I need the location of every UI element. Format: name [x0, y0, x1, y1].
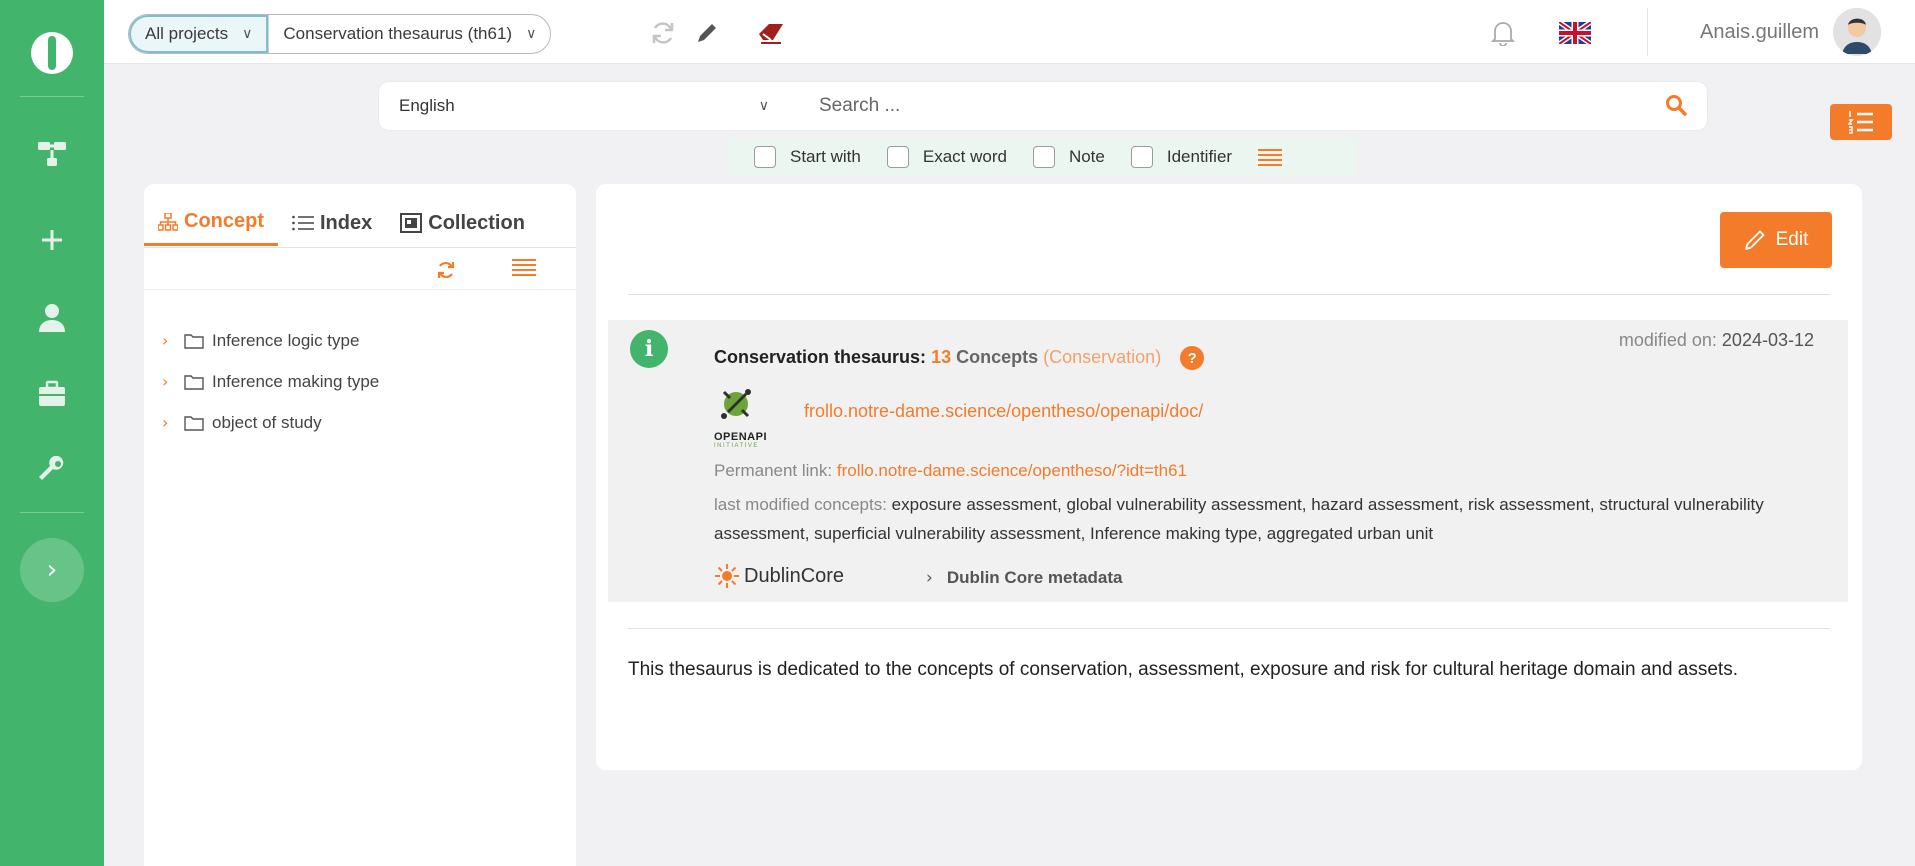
- note-label: Note: [1068, 147, 1105, 166]
- chevron-down-icon: ∨: [526, 26, 537, 42]
- briefcase-icon[interactable]: [32, 376, 72, 412]
- list-icon: [292, 215, 314, 231]
- chevron-right-icon[interactable]: ›: [162, 372, 176, 391]
- project-selector[interactable]: All projects ∨: [129, 15, 269, 53]
- dublin-core-metadata-toggle[interactable]: › Dublin Core metadata: [926, 568, 1123, 588]
- concept-tree: › Inference logic type › Inference makin…: [162, 320, 379, 443]
- thesaurus-description: This thesaurus is dedicated to the conce…: [628, 659, 1738, 680]
- folder-icon: [184, 415, 204, 431]
- chevron-down-icon: ∨: [758, 98, 769, 114]
- avatar[interactable]: [1833, 8, 1881, 56]
- tab-collection[interactable]: Collection: [386, 200, 539, 246]
- identifier-checkbox[interactable]: [1130, 146, 1153, 168]
- search-bar: English ∨: [379, 82, 1707, 130]
- tab-concept[interactable]: Concept: [144, 200, 278, 246]
- tree-item[interactable]: › object of study: [162, 402, 379, 443]
- user-icon[interactable]: [32, 300, 72, 336]
- search-input[interactable]: [819, 90, 1619, 122]
- tree-item[interactable]: › Inference logic type: [162, 320, 379, 361]
- search-icon[interactable]: [1665, 94, 1689, 118]
- tree-menu-icon[interactable]: [512, 258, 536, 278]
- user-menu[interactable]: Anais.guillem: [1700, 0, 1915, 64]
- add-icon[interactable]: [32, 222, 72, 258]
- chevron-right-icon: ›: [926, 568, 933, 588]
- folder-icon: [184, 374, 204, 390]
- refresh-icon[interactable]: [648, 18, 678, 48]
- tree-item-label: object of study: [212, 412, 322, 432]
- permanent-link-url[interactable]: frollo.notre-dame.science/opentheso/?idt…: [837, 461, 1187, 480]
- modified-date: modified on: 2024-03-12: [1618, 330, 1814, 350]
- search-filters: Start with Exact word Note Identifier: [728, 138, 1358, 176]
- sidebar-divider: [20, 96, 84, 97]
- folder-icon: [184, 333, 204, 349]
- tree-item[interactable]: › Inference making type: [162, 361, 379, 402]
- sitemap-icon: [158, 212, 178, 231]
- last-modified-concepts: last modified concepts: exposure assessm…: [714, 495, 1764, 543]
- info-icon: i: [630, 330, 668, 368]
- tree-panel: Concept Index Collection › Inference log…: [144, 184, 576, 866]
- note-checkbox[interactable]: [1032, 146, 1055, 168]
- exact-word-checkbox[interactable]: [886, 146, 909, 168]
- chevron-down-icon: ∨: [242, 26, 253, 42]
- eraser-icon[interactable]: [756, 18, 786, 48]
- language-selector[interactable]: English ∨: [399, 82, 769, 130]
- user-name: Anais.guillem: [1700, 20, 1819, 43]
- sidebar: ›: [0, 0, 104, 866]
- exact-word-label: Exact word: [922, 147, 1007, 166]
- thesaurus-summary: Conservation thesaurus: 13 Concepts (Con…: [714, 346, 1205, 370]
- help-icon[interactable]: ?: [1180, 346, 1205, 370]
- sidebar-divider: [20, 512, 84, 513]
- list-numbered-icon: [1848, 110, 1874, 134]
- pencil-icon: [1744, 229, 1766, 251]
- thesaurus-selector[interactable]: Conservation thesaurus (th61) ∨: [268, 15, 550, 53]
- thesaurus-name: Conservation thesaurus:: [714, 346, 927, 367]
- collection-icon: [400, 213, 423, 233]
- app-logo[interactable]: [31, 32, 73, 74]
- chevron-right-icon: ›: [46, 555, 58, 585]
- refresh-tree-icon[interactable]: [436, 260, 456, 280]
- pencil-icon[interactable]: [692, 18, 722, 48]
- hierarchy-icon[interactable]: [32, 136, 72, 172]
- start-with-checkbox[interactable]: [754, 146, 776, 168]
- concept-count: 13: [931, 346, 952, 367]
- start-with-label: Start with: [790, 147, 861, 166]
- openapi-logo: OPENAPI INITIATIVE: [714, 382, 767, 452]
- project-thesaurus-selector: All projects ∨ Conservation thesaurus (t…: [128, 14, 552, 54]
- tree-item-label: Inference making type: [212, 371, 380, 391]
- edit-button[interactable]: Edit: [1720, 212, 1832, 268]
- divider: [628, 628, 1830, 629]
- wrench-icon[interactable]: [32, 452, 72, 488]
- permanent-link: Permanent link: frollo.notre-dame.scienc…: [714, 461, 1188, 480]
- list-numbered-button[interactable]: [1830, 104, 1892, 140]
- thesaurus-details-panel: Edit i modified on: 2024-03-12 Conservat…: [596, 184, 1862, 770]
- bell-icon[interactable]: [1488, 18, 1518, 48]
- dublincore-icon: [715, 564, 739, 588]
- divider: [628, 294, 1830, 295]
- openapi-link[interactable]: frollo.notre-dame.science/opentheso/open…: [804, 401, 1203, 422]
- dublincore-logo: DublinCore: [714, 563, 844, 589]
- topbar-divider: [1647, 8, 1648, 56]
- top-bar: All projects ∨ Conservation thesaurus (t…: [104, 0, 1915, 64]
- tree-item-label: Inference logic type: [212, 330, 360, 350]
- thesaurus-info: i modified on: 2024-03-12 Conservation t…: [608, 320, 1848, 602]
- uk-flag-icon[interactable]: [1558, 18, 1592, 48]
- tree-tabs: Concept Index Collection: [144, 200, 576, 248]
- tree-toolbar: [144, 248, 576, 290]
- expand-sidebar-button[interactable]: ›: [20, 538, 84, 602]
- list-menu-icon[interactable]: [1258, 148, 1283, 166]
- chevron-right-icon[interactable]: ›: [162, 413, 176, 432]
- concepts-word: Concepts: [956, 346, 1039, 367]
- chevron-right-icon[interactable]: ›: [162, 331, 176, 350]
- tab-index[interactable]: Index: [278, 200, 386, 246]
- group-name: (Conservation): [1043, 346, 1162, 367]
- identifier-label: Identifier: [1166, 147, 1233, 166]
